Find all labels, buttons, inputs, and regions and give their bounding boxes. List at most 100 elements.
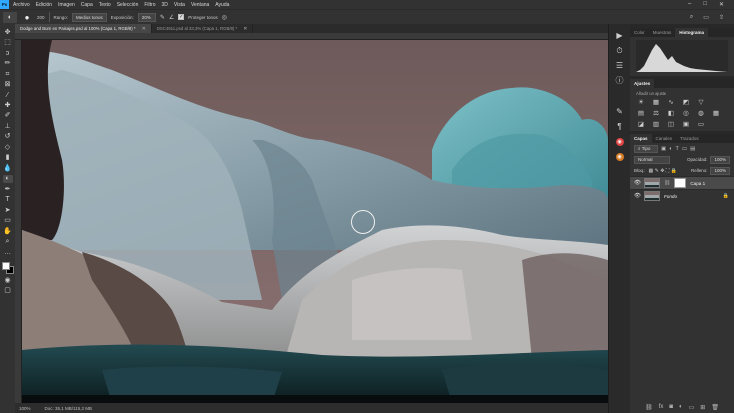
exposure-icon[interactable]: ◩ [681,99,691,107]
plugin-red-icon[interactable]: ◉ [615,138,624,146]
zoom-level[interactable]: 100% [19,406,31,411]
info-icon[interactable]: ⓘ [616,77,624,85]
history-brush-tool-icon[interactable]: ↺ [3,133,13,141]
minimize-button[interactable]: – [688,1,691,8]
paragraph-icon[interactable]: ¶ [617,123,621,131]
fill-input[interactable]: 100% [710,166,730,175]
delete-layer-icon[interactable]: 🗑 [711,404,719,411]
airbrush-icon[interactable]: ✎ [160,14,165,21]
plugin-orange-icon[interactable]: ◉ [615,153,624,161]
menu-imagen[interactable]: Imagen [58,2,75,8]
smart-filter-icon[interactable]: ▤ [690,146,695,152]
gradient-map-icon[interactable]: ▭ [696,121,706,129]
menu-archivo[interactable]: Archivo [13,2,30,8]
fx-icon[interactable]: fx [659,404,664,411]
zoom-tool-icon[interactable]: ⌕ [3,238,13,246]
color-lookup-icon[interactable]: ▦ [711,110,721,118]
layer-row-fondo[interactable]: 👁 Fondo 🔒 [630,189,734,202]
pressure-icon[interactable]: ◎ [222,14,227,21]
curves-icon[interactable]: ∿ [666,99,676,107]
blur-tool-icon[interactable]: 💧 [3,164,13,172]
menu-seleccion[interactable]: Selección [117,2,139,8]
frame-tool-icon[interactable]: ⊠ [3,80,13,88]
proteger-checkbox[interactable]: ✓ [178,14,185,20]
angle-icon[interactable]: ∠ [169,14,174,21]
tab-capas[interactable]: Capas [630,134,652,143]
pen-tool-icon[interactable]: ✒ [3,185,13,193]
close-icon[interactable]: ✕ [142,26,146,32]
blend-mode-select[interactable]: Normal [634,155,670,164]
rango-select[interactable]: Medios tonos [72,12,107,22]
posterize-icon[interactable]: ▥ [651,121,661,129]
menu-edicion[interactable]: Edición [36,2,52,8]
document-canvas[interactable] [22,40,608,403]
tab-document-1[interactable]: Dodge and Burn en Paisajes.psd al 100% (… [15,24,152,33]
history-icon[interactable]: ⏱ [616,47,622,55]
sponge-tool-icon[interactable]: ◐ [2,174,13,183]
threshold-icon[interactable]: ◫ [666,121,676,129]
quick-select-tool-icon[interactable]: ✏ [3,59,13,67]
eraser-tool-icon[interactable]: ◇ [3,143,13,151]
close-window-button[interactable]: ✕ [719,1,724,8]
eye-icon[interactable]: 👁 [634,193,641,199]
menu-ventana[interactable]: Ventana [191,2,209,8]
brightness-icon[interactable]: ☀ [636,99,646,107]
add-mask-icon[interactable]: ◙ [669,404,673,411]
tab-canales[interactable]: Canales [652,134,677,143]
kind-filter-select[interactable]: ⌕ Tipo [634,144,658,153]
eyedropper-tool-icon[interactable]: ⁄ [3,91,13,99]
gradient-tool-icon[interactable]: ▮ [3,154,13,162]
layer-mask-thumbnail[interactable] [674,178,687,188]
menu-texto[interactable]: Texto [99,2,111,8]
screen-mode-icon[interactable]: ▢ [3,286,13,294]
lasso-tool-icon[interactable]: ↄ [3,49,13,57]
tab-muestras[interactable]: Muestras [649,28,676,37]
exposicion-select[interactable]: 20% [137,12,156,22]
more-tools-icon[interactable]: … [3,248,13,256]
brushes-icon[interactable]: ✎ [616,108,623,116]
marquee-tool-icon[interactable]: ⬚ [3,38,13,46]
photo-filter-icon[interactable]: ◎ [681,110,691,118]
group-icon[interactable]: ▭ [689,404,695,411]
brush-preset-picker[interactable]: ● [21,12,33,23]
vibrance-icon[interactable]: ▽ [696,99,706,107]
healing-tool-icon[interactable]: ✚ [3,101,13,109]
menu-ayuda[interactable]: Ayuda [215,2,229,8]
tab-color[interactable]: Color [630,28,649,37]
menu-capa[interactable]: Capa [81,2,93,8]
menu-filtro[interactable]: Filtro [144,2,155,8]
tab-trazados[interactable]: Trazados [676,134,703,143]
color-balance-icon[interactable]: ⚖ [651,110,661,118]
workspace-icon[interactable]: ▭ [703,14,709,21]
menu-3d[interactable]: 3D [162,2,168,8]
foreground-color-swatch[interactable] [1,261,10,270]
shape-tool-icon[interactable]: ▭ [3,217,13,225]
adjustment-layer-icon[interactable]: ◐ [679,404,683,411]
stamp-tool-icon[interactable]: ⊥ [3,122,13,130]
move-tool-icon[interactable]: ✥ [3,28,13,36]
brush-tool-icon[interactable]: ✐ [3,112,13,120]
hand-tool-icon[interactable]: ✋ [3,227,13,235]
lock-icons[interactable]: ▦ ✎ ✥ ⛶ 🔒 [649,168,677,174]
tab-histograma[interactable]: Histograma [675,28,709,37]
layer-row-capa-1[interactable]: 👁 ⛓ Capa 1 [630,176,734,189]
shape-filter-icon[interactable]: ▭ [682,146,687,152]
link-icon[interactable]: ⛓ [664,180,670,186]
selective-color-icon[interactable]: ▣ [681,121,691,129]
invert-icon[interactable]: ◪ [636,121,646,129]
horizontal-ruler[interactable] [15,33,608,40]
adjust-filter-icon[interactable]: ◐ [669,146,672,152]
crop-tool-icon[interactable]: ⌗ [3,70,13,78]
tab-ajustes[interactable]: Ajustes [630,79,655,88]
maximize-button[interactable]: □ [703,1,707,8]
black-white-icon[interactable]: ◧ [666,110,676,118]
search-icon[interactable]: ⌕ [690,14,693,21]
tab-document-2[interactable]: DSC4911.psd al 33,3% (Capa 1, RGB/8) * ✕ [152,24,254,33]
play-icon[interactable]: ▶ [616,32,622,40]
share-icon[interactable]: ⇧ [719,14,724,21]
quick-mask-icon[interactable]: ◉ [3,276,13,284]
path-select-tool-icon[interactable]: ➤ [3,206,13,214]
pixel-filter-icon[interactable]: ▣ [661,146,666,152]
opacity-input[interactable]: 100% [710,155,730,164]
tool-preset-picker[interactable]: ◐ [3,11,17,23]
